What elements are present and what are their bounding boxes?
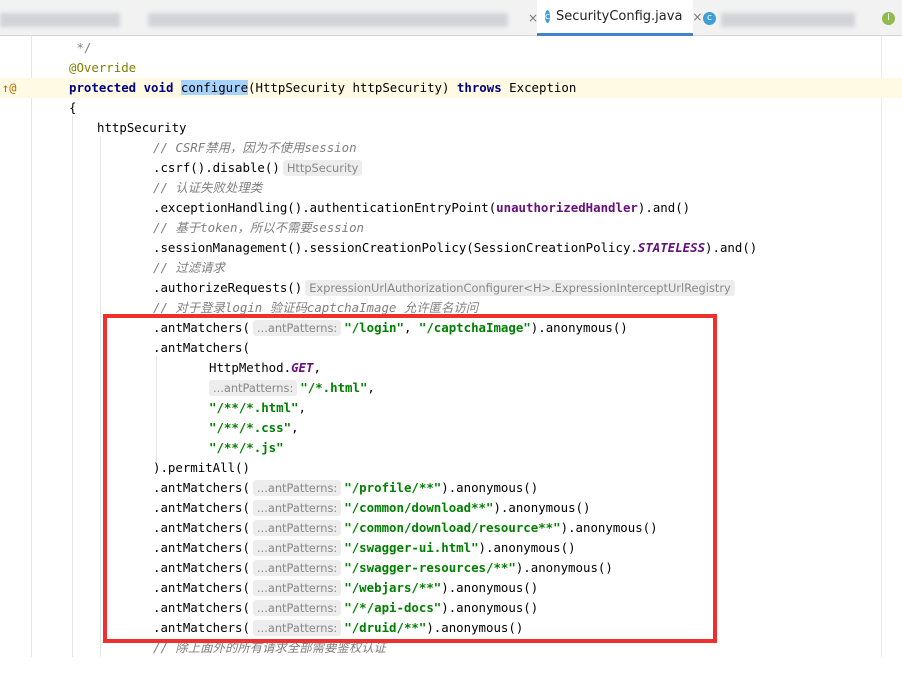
code-line: // 除上面外的所有请求全部需要鉴权认证 (0, 638, 902, 658)
param-hint: ...antPatterns: (252, 520, 342, 536)
code-line: .antMatchers(...antPatterns: "/webjars/**… (0, 578, 902, 598)
code-line: .antMatchers(...antPatterns: "/*/api-docs… (0, 598, 902, 618)
code-text: "/**/*.css", (209, 420, 299, 435)
code-comment: // 基于token，所以不需要session (153, 220, 365, 235)
tab-securityconfig[interactable]: c SecurityConfig.java × (537, 0, 702, 36)
code-comment: // 认证失败处理类 (153, 180, 263, 195)
code-comment: // CSRF禁用，因为不使用session (153, 140, 357, 155)
selected-method-name: configure (180, 80, 249, 95)
override-annotation: @Override (69, 60, 137, 75)
code-text: .antMatchers(...antPatterns: "/swagger-ui… (153, 540, 576, 556)
tab-overflow[interactable]: I (882, 0, 902, 36)
tab-label: SecurityConfig.java (555, 9, 683, 24)
code-line: .authorizeRequests() ExpressionUrlAuthori… (0, 278, 902, 298)
code-line: // 过滤请求 (0, 258, 902, 278)
type-hint: HttpSecurity (282, 160, 363, 176)
code-line: */ (0, 38, 902, 58)
code-text: .csrf().disable() HttpSecurity (153, 158, 365, 178)
code-text: .antMatchers(...antPatterns: "/webjars/**… (153, 580, 539, 596)
code-line: ...antPatterns: "/*.html", (0, 378, 902, 398)
code-line: // 对于登录login 验证码captchaImage 允许匿名访问 (0, 298, 902, 318)
param-hint: ...antPatterns: (252, 580, 342, 596)
param-hint: ...antPatterns: (252, 480, 342, 496)
param-hint: ...antPatterns: (252, 540, 342, 556)
code-text: "/**/*.js" (209, 440, 284, 455)
param-hint: ...antPatterns: (209, 380, 298, 396)
code-line: "/**/*.html", (0, 398, 902, 418)
param-hint: ...antPatterns: (252, 600, 342, 616)
code-line: .antMatchers(...antPatterns: "/common/dow… (0, 498, 902, 518)
code-line: // 基于token，所以不需要session (0, 218, 902, 238)
code-text: "/**/*.html", (209, 400, 306, 415)
param-hint: ...antPatterns: (252, 500, 342, 516)
code-line: .antMatchers(...antPatterns: "/common/dow… (0, 518, 902, 538)
code-text: ...antPatterns: "/*.html", (209, 378, 375, 398)
code-line: .sessionManagement().sessionCreationPoli… (0, 238, 902, 258)
code-text: .antMatchers(...antPatterns: "/common/dow… (153, 500, 591, 516)
code-line: .antMatchers( (0, 338, 902, 358)
blurred-tab-label (148, 13, 508, 27)
code-text: HttpMethod.GET, (209, 360, 321, 375)
code-line-current: ↑@ protected void configure(HttpSecurity… (0, 78, 902, 98)
code-line: // CSRF禁用，因为不使用session (0, 138, 902, 158)
comment-end: */ (69, 40, 92, 55)
editor-tab-bar: × c SecurityConfig.java × c I (0, 0, 902, 36)
code-line: .antMatchers(...antPatterns: "/login", "/… (0, 318, 902, 338)
code-comment: // 除上面外的所有请求全部需要鉴权认证 (153, 640, 387, 655)
code-text: .antMatchers(...antPatterns: "/*/api-docs… (153, 600, 539, 616)
code-line: .csrf().disable() HttpSecurity (0, 158, 902, 178)
code-line: @Override (0, 58, 902, 78)
code-line: HttpMethod.GET, (0, 358, 902, 378)
code-comment: // 过滤请求 (153, 260, 225, 275)
open-brace: { (69, 100, 77, 115)
code-text: httpSecurity (97, 120, 187, 135)
code-text: .authorizeRequests() ExpressionUrlAuthori… (153, 278, 738, 298)
tab-blurred-1[interactable]: × (128, 0, 538, 36)
code-text: .antMatchers(...antPatterns: "/login", "/… (153, 320, 628, 336)
blurred-tab-label (0, 13, 120, 27)
code-line: httpSecurity (0, 118, 902, 138)
override-gutter-icon[interactable]: ↑@ (2, 78, 16, 98)
code-text: .antMatchers( (153, 340, 250, 355)
code-text: .exceptionHandling().authenticationEntry… (153, 200, 691, 215)
code-text: .antMatchers(...antPatterns: "/druid/**")… (153, 620, 524, 636)
param-hint: ...antPatterns: (252, 560, 342, 576)
param-hint: ...antPatterns: (252, 320, 342, 336)
code-text: ).permitAll() (153, 460, 250, 475)
code-text: .antMatchers(...antPatterns: "/profile/**… (153, 480, 539, 496)
code-line: { (0, 98, 902, 118)
param-hint: ...antPatterns: (252, 620, 342, 636)
interface-icon: I (882, 11, 895, 25)
blurred-tab-label (721, 13, 855, 27)
code-line: .antMatchers(...antPatterns: "/swagger-ui… (0, 538, 902, 558)
type-hint: ExpressionUrlAuthorizationConfigurer<H>.… (305, 280, 735, 296)
class-icon: c (703, 11, 716, 25)
code-line: "/**/*.css", (0, 418, 902, 438)
code-line: .antMatchers(...antPatterns: "/profile/**… (0, 478, 902, 498)
code-comment: // 对于登录login 验证码captchaImage 允许匿名访问 (153, 300, 479, 315)
code-text: .sessionManagement().sessionCreationPoli… (153, 240, 758, 255)
code-text: .antMatchers(...antPatterns: "/common/dow… (153, 520, 658, 536)
method-signature: protected void configure(HttpSecurity ht… (69, 80, 577, 95)
class-icon: c (545, 10, 550, 23)
code-line: // 认证失败处理类 (0, 178, 902, 198)
code-line: .antMatchers(...antPatterns: "/swagger-re… (0, 558, 902, 578)
code-line: .exceptionHandling().authenticationEntry… (0, 198, 902, 218)
code-line: .antMatchers(...antPatterns: "/druid/**")… (0, 618, 902, 638)
code-text: .antMatchers(...antPatterns: "/swagger-re… (153, 560, 613, 576)
code-line: ).permitAll() (0, 458, 902, 478)
tab-blurred-2[interactable]: c (697, 0, 877, 36)
code-line: "/**/*.js" (0, 438, 902, 458)
